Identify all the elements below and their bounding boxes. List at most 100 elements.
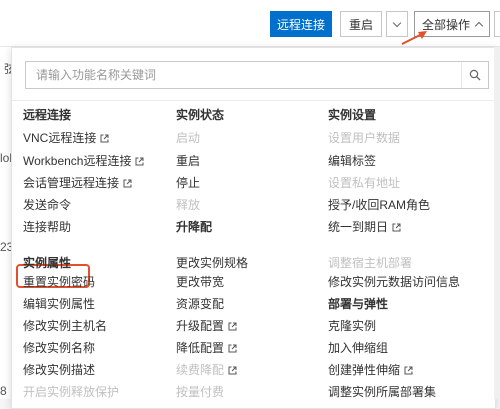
menu-item-c1r11: 续费降配	[176, 363, 237, 377]
menu-item-label: 远程连接	[23, 108, 72, 122]
menu-item-label: 发送命令	[23, 198, 72, 212]
menu-item-c1r8[interactable]: 资源变配	[176, 297, 224, 311]
menu-item-c2r5[interactable]: 统一到期日	[328, 220, 401, 234]
menu-item-c0r7[interactable]: 重置实例密码	[23, 275, 95, 289]
menu-item-label: 开启实例释放保护	[23, 385, 120, 399]
menu-item-label: 会话管理远程连接	[23, 176, 120, 190]
menu-item-label: 授予/收回RAM角色	[328, 198, 431, 212]
menu-item-c0r12: 开启实例释放保护	[23, 385, 119, 399]
external-link-icon	[224, 363, 237, 377]
remote-connect-button[interactable]: 远程连接	[270, 11, 332, 37]
menu-item-c2r12[interactable]: 调整实例所属部署集	[328, 385, 436, 399]
menu-item-label: 重启	[176, 154, 201, 168]
section-heading: 实例状态	[176, 108, 224, 122]
bg-fragment: 8	[0, 384, 7, 398]
menu-item-c2r1: 设置用户数据	[328, 131, 400, 145]
menu-item-label: 资源变配	[176, 297, 225, 311]
menu-item-label: 调整实例所属部署集	[328, 385, 437, 399]
external-link-icon	[224, 319, 237, 333]
function-search	[25, 61, 489, 89]
menu-item-c1r12: 按量付费	[176, 385, 224, 399]
menu-item-label: 启动	[176, 131, 201, 145]
search-icon	[469, 69, 481, 81]
menu-item-c0r8[interactable]: 编辑实例属性	[23, 297, 95, 311]
menu-item-ram[interactable]: 授予/收回RAM角色	[328, 198, 430, 212]
menu-item-label: 实例设置	[328, 108, 377, 122]
panel-scrollbar[interactable]	[494, 47, 500, 399]
menu-item-c1r9[interactable]: 升级配置	[176, 319, 237, 333]
all-actions-dropdown: 远程连接 VNC远程连接 Workbench远程连接会话管理远程连接发送命令连接帮助…	[11, 47, 496, 409]
menu-item-label: 修改实例元数据访问信息	[328, 275, 461, 289]
menu-item-c1r2[interactable]: 重启	[176, 154, 200, 168]
external-link-icon	[96, 131, 109, 145]
menu-item-label: 更改带宽	[176, 275, 225, 289]
search-input[interactable]	[26, 62, 466, 88]
menu-item-c2r9[interactable]: 克隆实例	[328, 319, 376, 333]
menu-item-label: 释放	[176, 198, 201, 212]
menu-item-label: VNC远程连接	[23, 131, 97, 145]
menu-item-label: 降低配置	[176, 341, 225, 355]
menu-item-label: 实例状态	[176, 108, 225, 122]
menu-item-label: Workbench远程连接	[23, 154, 132, 168]
menu-item-label: 修改实例名称	[23, 341, 96, 355]
menu-item-label: 克隆实例	[328, 319, 377, 333]
menu-item-c2r7[interactable]: 修改实例元数据访问信息	[328, 275, 460, 289]
menu-item-c2r2[interactable]: 编辑标签	[328, 154, 376, 168]
menu-item-c2r11[interactable]: 创建弹性伸缩	[328, 363, 413, 377]
section-heading: 升降配	[176, 220, 212, 234]
menu-item-label: 编辑实例属性	[23, 297, 96, 311]
menu-item-label: 编辑标签	[328, 154, 377, 168]
section-heading: 实例属性	[23, 256, 71, 270]
menu-item-label: 按量付费	[176, 385, 225, 399]
menu-item-label: 升降配	[176, 220, 213, 234]
section-heading: 远程连接	[23, 108, 71, 122]
menu-item-c0r5[interactable]: 连接帮助	[23, 220, 71, 234]
external-link-icon	[224, 341, 237, 355]
external-link-icon	[131, 154, 144, 168]
menu-item-label: 调整宿主机部署	[328, 256, 413, 270]
menu-item-c0r4[interactable]: 发送命令	[23, 198, 71, 212]
menu-item-label: 设置私有地址	[328, 176, 401, 190]
external-link-icon	[388, 220, 401, 234]
menu-item-label: 实例属性	[23, 256, 72, 270]
external-link-icon	[119, 176, 132, 190]
search-button[interactable]	[461, 62, 488, 88]
menu-item-label: 修改实例描述	[23, 363, 96, 377]
menu-item-label: 修改实例主机名	[23, 319, 108, 333]
menu-item-label: 设置用户数据	[328, 131, 401, 145]
menu-item-c0r3[interactable]: 会话管理远程连接	[23, 176, 132, 190]
menu-item-label: 续费降配	[176, 363, 225, 377]
menu-item-label: 统一到期日	[328, 220, 389, 234]
menu-item-label: 创建弹性伸缩	[328, 363, 401, 377]
section-heading: 实例设置	[328, 108, 376, 122]
menu-item-label: 停止	[176, 176, 201, 190]
menu-item-c0r10[interactable]: 修改实例名称	[23, 341, 95, 355]
menu-item-label: 加入伸缩组	[328, 341, 389, 355]
section-heading: 部署与弹性	[328, 297, 388, 311]
menu-item-c0r9[interactable]: 修改实例主机名	[23, 319, 107, 333]
menu-item-c0r11[interactable]: 修改实例描述	[23, 363, 95, 377]
menu-item-label: 升级配置	[176, 319, 225, 333]
menu-item-workbench[interactable]: Workbench远程连接	[23, 154, 144, 168]
menu-item-c2r6: 调整宿主机部署	[328, 256, 412, 270]
menu-item-label: 连接帮助	[23, 220, 72, 234]
menu-item-c1r10[interactable]: 降低配置	[176, 341, 237, 355]
restart-button[interactable]: 重启	[340, 11, 382, 37]
menu-item-c2r10[interactable]: 加入伸缩组	[328, 341, 388, 355]
menu-item-vnc[interactable]: VNC远程连接	[23, 131, 109, 145]
menu-item-label: 重置实例密码	[23, 275, 96, 289]
menu-item-label: 部署与弹性	[328, 297, 389, 311]
menu-item-c1r7[interactable]: 更改带宽	[176, 275, 224, 289]
menu-item-label: 更改实例规格	[176, 256, 249, 270]
chevron-up-icon	[474, 21, 484, 30]
external-link-icon	[400, 363, 413, 377]
menu-item-c1r3[interactable]: 停止	[176, 176, 200, 190]
search-divider	[12, 100, 495, 101]
chevron-down-icon	[392, 18, 402, 27]
menu-item-c2r3: 设置私有地址	[328, 176, 400, 190]
menu-item-c1r6[interactable]: 更改实例规格	[176, 256, 248, 270]
menu-item-c1r1: 启动	[176, 131, 200, 145]
menu-item-c1r4: 释放	[176, 198, 200, 212]
more-button[interactable]	[494, 11, 500, 37]
annotation-arrow-icon	[401, 31, 427, 45]
